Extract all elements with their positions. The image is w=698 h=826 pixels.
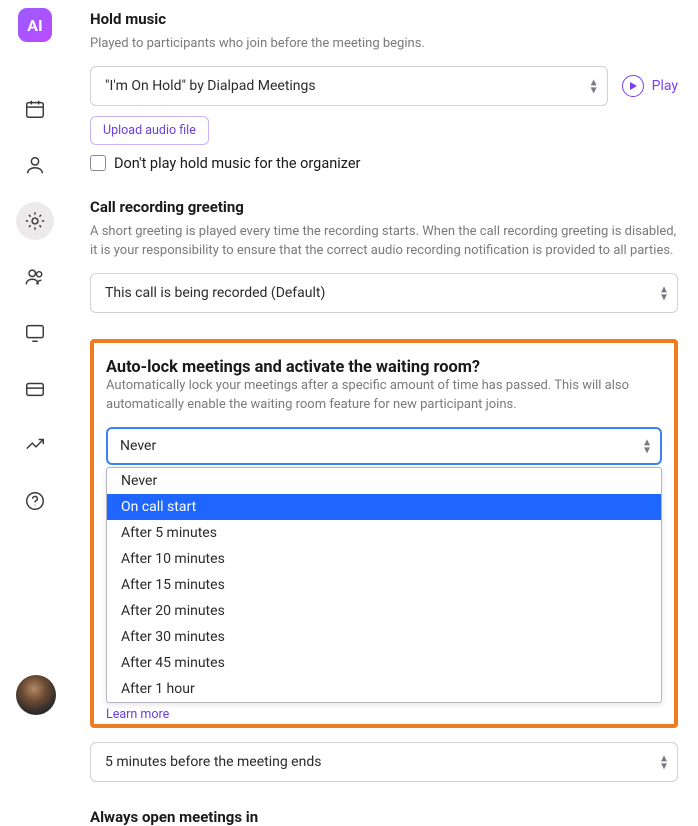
autolock-helper: Automatically lock your meetings after a…	[106, 376, 662, 415]
trend-icon[interactable]	[16, 426, 54, 464]
greeting-select[interactable]: This call is being recorded (Default) ▴▾	[90, 273, 678, 313]
wrapup-select[interactable]: 5 minutes before the meeting ends ▴▾	[90, 742, 678, 782]
dont-play-checkbox[interactable]	[90, 155, 106, 171]
greeting-selected: This call is being recorded (Default)	[105, 285, 325, 301]
open-in-section: Always open meetings in	[90, 808, 678, 826]
autolock-option[interactable]: After 15 minutes	[107, 572, 661, 598]
autolock-title: Auto-lock meetings and activate the wait…	[106, 357, 662, 376]
greeting-helper: A short greeting is played every time th…	[90, 222, 678, 261]
chevron-updown-icon: ▴▾	[644, 437, 650, 454]
play-label: Play	[652, 78, 678, 94]
hold-music-selected: "I'm On Hold" by Dialpad Meetings	[105, 78, 316, 94]
wrapup-selected: 5 minutes before the meeting ends	[105, 754, 321, 770]
autolock-option[interactable]: After 1 hour	[107, 676, 661, 702]
help-icon[interactable]	[16, 482, 54, 520]
card-icon[interactable]	[16, 370, 54, 408]
hold-music-title: Hold music	[90, 10, 678, 28]
autolock-option[interactable]: After 5 minutes	[107, 520, 661, 546]
gear-icon[interactable]	[16, 202, 54, 240]
settings-content: Hold music Played to participants who jo…	[90, 10, 678, 725]
autolock-selected: Never	[120, 438, 156, 454]
autolock-dropdown: NeverOn call startAfter 5 minutesAfter 1…	[106, 467, 662, 703]
autolock-option[interactable]: After 20 minutes	[107, 598, 661, 624]
app-logo: AI	[18, 8, 52, 42]
greeting-section: Call recording greeting A short greeting…	[90, 198, 678, 313]
upload-audio-button[interactable]: Upload audio file	[90, 116, 209, 145]
autolock-option[interactable]: Never	[107, 468, 661, 494]
group-icon[interactable]	[16, 258, 54, 296]
learn-more-link[interactable]: Learn more	[106, 707, 169, 722]
play-button[interactable]: Play	[622, 75, 678, 97]
monitor-icon[interactable]	[16, 314, 54, 352]
greeting-title: Call recording greeting	[90, 198, 678, 216]
autolock-option[interactable]: On call start	[107, 494, 661, 520]
dont-play-label: Don't play hold music for the organizer	[114, 155, 360, 172]
sidebar: AI	[0, 0, 70, 735]
chevron-updown-icon: ▴▾	[661, 753, 667, 770]
autolock-highlight: Auto-lock meetings and activate the wait…	[90, 339, 678, 728]
play-icon	[622, 75, 644, 97]
hold-music-helper: Played to participants who join before t…	[90, 34, 678, 54]
chevron-updown-icon: ▴▾	[591, 77, 597, 94]
open-in-title: Always open meetings in	[90, 808, 678, 826]
autolock-option[interactable]: After 10 minutes	[107, 546, 661, 572]
person-icon[interactable]	[16, 146, 54, 184]
chevron-updown-icon: ▴▾	[661, 284, 667, 301]
autolock-option[interactable]: After 30 minutes	[107, 624, 661, 650]
avatar[interactable]	[16, 675, 56, 715]
calendar-icon[interactable]	[16, 90, 54, 128]
hold-music-section: Hold music Played to participants who jo…	[90, 10, 678, 172]
wrapup-section: 5 minutes before the meeting ends ▴▾	[90, 742, 678, 782]
hold-music-select[interactable]: "I'm On Hold" by Dialpad Meetings ▴▾	[90, 66, 608, 106]
autolock-select[interactable]: Never ▴▾	[106, 427, 662, 465]
autolock-option[interactable]: After 45 minutes	[107, 650, 661, 676]
